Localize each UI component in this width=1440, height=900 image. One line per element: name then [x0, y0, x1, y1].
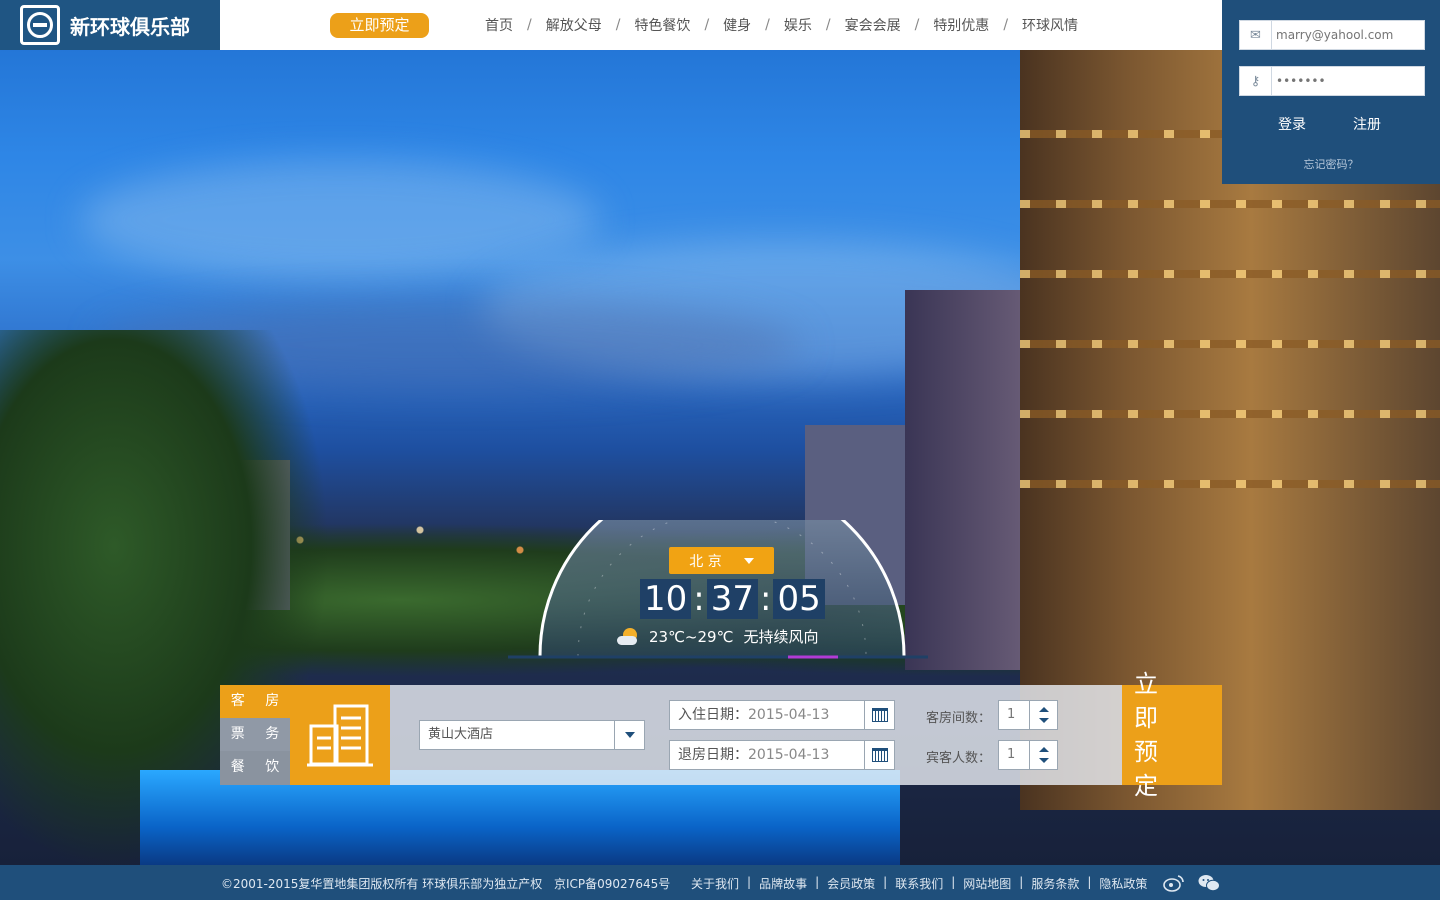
nav-separator: / — [914, 17, 920, 33]
nav-fitness[interactable]: 健身 — [723, 15, 751, 35]
book-submit-line1: 立 即 — [1134, 670, 1170, 732]
email-field[interactable]: ✉ — [1239, 20, 1425, 50]
arrow-up-icon[interactable] — [1038, 747, 1049, 752]
password-field[interactable]: ⚷ — [1239, 66, 1425, 96]
caret-down-icon — [743, 557, 754, 564]
envelope-icon: ✉ — [1240, 21, 1272, 49]
footer-link-contact[interactable]: 联系我们 — [895, 875, 943, 892]
temperature: 23℃~29℃ — [649, 627, 734, 646]
hotel-select[interactable]: 黄山大酒店 — [419, 720, 645, 750]
rooms-value: 1 — [1007, 707, 1016, 722]
city-name: 北 京 — [689, 553, 722, 570]
login-button[interactable]: 登录 — [1278, 114, 1306, 134]
nav-offers[interactable]: 特别优惠 — [933, 15, 989, 35]
wechat-icon[interactable] — [1198, 874, 1220, 892]
booking-bar: 客 房 票 务 餐 饮 黄山大酒店 入住日期： 2015-04-13 退房日期：… — [220, 670, 1222, 800]
nav-separator: / — [765, 17, 770, 33]
clock-seconds: 05 — [773, 579, 825, 619]
guests-label: 宾客人数： — [926, 751, 992, 766]
password-input[interactable] — [1272, 68, 1422, 94]
top-bar: 新环球俱乐部 立即预定 首页 / 解放父母 / 特色餐饮 / 健身 / 娱乐 /… — [0, 0, 1222, 50]
nav-free-parents[interactable]: 解放父母 — [546, 15, 602, 35]
nav-global-style[interactable]: 环球风情 — [1022, 15, 1078, 35]
forgot-password-link[interactable]: 忘记密码？ — [1222, 156, 1440, 172]
checkout-date-field[interactable]: 退房日期： 2015-04-13 — [669, 740, 895, 770]
arrow-down-icon[interactable] — [1038, 718, 1049, 723]
globe-logo-icon — [20, 5, 60, 45]
guests-value: 1 — [1007, 747, 1016, 762]
nav-dining[interactable]: 特色餐饮 — [634, 15, 690, 35]
hotel-select-value: 黄山大酒店 — [428, 727, 494, 742]
calendar-icon[interactable] — [864, 741, 894, 769]
footer-link-member-policy[interactable]: 会员政策 — [827, 875, 875, 892]
copyright-text: ©2001-2015复华置地集团版权所有 环球俱乐部为独立产权 — [221, 877, 543, 891]
login-panel: ✉ ⚷ 登录 注册 忘记密码？ — [1222, 0, 1440, 184]
footer-link-brand-story[interactable]: 品牌故事 — [759, 875, 807, 892]
checkin-value: 2015-04-13 — [748, 707, 830, 723]
footer-link-about[interactable]: 关于我们 — [691, 875, 739, 892]
nav-separator: / — [527, 17, 532, 33]
checkout-value: 2015-04-13 — [748, 747, 830, 763]
book-submit-button[interactable]: 立 即 预 定 — [1122, 670, 1222, 800]
building-icon — [290, 685, 390, 785]
partly-cloudy-icon — [617, 627, 639, 646]
guests-stepper[interactable]: 1 — [998, 740, 1058, 770]
footer-separator: | — [747, 875, 752, 889]
checkin-date-field[interactable]: 入住日期： 2015-04-13 — [669, 700, 895, 730]
footer-link-terms[interactable]: 服务条款 — [1031, 875, 1079, 892]
main-nav: 首页 / 解放父母 / 特色餐饮 / 健身 / 娱乐 / 宴会会展 / 特别优惠… — [485, 0, 1078, 50]
nav-banquet[interactable]: 宴会会展 — [845, 15, 901, 35]
rooms-stepper[interactable]: 1 — [998, 700, 1058, 730]
footer-separator: | — [1087, 875, 1092, 889]
tab-dining[interactable]: 餐 饮 — [220, 751, 290, 785]
tab-tickets[interactable]: 票 务 — [220, 718, 290, 751]
footer-separator: | — [951, 875, 956, 889]
arrow-down-icon[interactable] — [1038, 758, 1049, 763]
clock-minutes: 37 — [706, 579, 758, 619]
nav-home[interactable]: 首页 — [485, 15, 513, 35]
email-input[interactable] — [1272, 22, 1422, 48]
footer-separator: | — [1019, 875, 1024, 889]
nav-separator: / — [825, 17, 831, 33]
arrow-up-icon[interactable] — [1038, 707, 1049, 712]
icp-number: 京ICP备09027645号 — [554, 877, 671, 891]
tab-rooms[interactable]: 客 房 — [220, 685, 290, 718]
booking-tabs: 客 房 票 务 餐 饮 — [220, 685, 290, 785]
city-selector[interactable]: 北 京 — [669, 547, 774, 574]
footer-links: 关于我们 | 品牌故事 | 会员政策 | 联系我们 | 网站地图 | 服务条款 … — [691, 875, 1147, 892]
rooms-label: 客房间数： — [926, 711, 992, 726]
weibo-icon[interactable] — [1163, 874, 1185, 892]
nav-separator: / — [615, 17, 621, 33]
checkin-label: 入住日期： — [678, 707, 748, 723]
footer-link-sitemap[interactable]: 网站地图 — [963, 875, 1011, 892]
digital-clock: 10 : 37 : 05 — [640, 579, 825, 619]
book-submit-line2: 预 定 — [1134, 738, 1170, 800]
register-button[interactable]: 注册 — [1353, 114, 1381, 134]
chevron-down-icon[interactable] — [614, 721, 644, 749]
footer-separator: | — [815, 875, 820, 889]
checkout-label: 退房日期： — [678, 747, 748, 763]
clock-colon: : — [760, 579, 772, 619]
site-logo[interactable]: 新环球俱乐部 — [0, 0, 220, 50]
nav-entertainment[interactable]: 娱乐 — [784, 15, 812, 35]
footer-separator: | — [883, 875, 888, 889]
wind-info: 无持续风向 — [743, 628, 819, 646]
logo-text: 新环球俱乐部 — [70, 14, 190, 39]
nav-separator: / — [1003, 17, 1009, 33]
nav-separator: / — [704, 17, 710, 33]
footer-link-privacy[interactable]: 隐私政策 — [1099, 875, 1147, 892]
calendar-icon[interactable] — [864, 701, 894, 729]
clock-colon: : — [693, 579, 705, 619]
clock-hours: 10 — [640, 579, 692, 619]
book-now-button[interactable]: 立即预定 — [330, 13, 429, 38]
weather-info: 23℃~29℃ 无持续风向 — [617, 626, 818, 647]
key-icon: ⚷ — [1240, 67, 1272, 95]
footer: ©2001-2015复华置地集团版权所有 环球俱乐部为独立产权 京ICP备090… — [0, 865, 1440, 900]
